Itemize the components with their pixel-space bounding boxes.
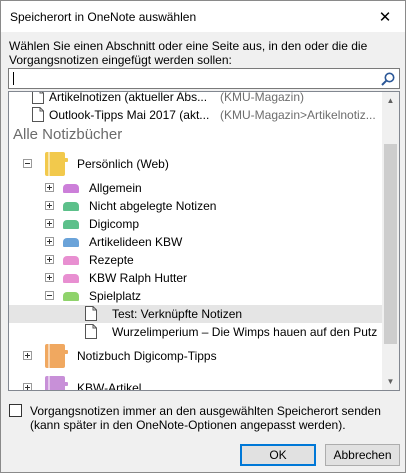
recent-item[interactable]: Outlook-Tipps Mai 2017 (akt... (KMU-Maga… [9,106,382,124]
all-notebooks-header: Alle Notizbücher [13,126,123,143]
expand-toggle[interactable] [45,201,54,210]
notebook-tree[interactable]: Artikelnotizen (aktueller Abs... (KMU-Ma… [8,91,400,391]
send-always-label-line1: Vorgangsnotizen immer an den ausgewählte… [30,404,381,418]
scroll-down-arrow[interactable]: ▼ [382,373,399,390]
expand-toggle[interactable] [45,237,54,246]
section-item-allgemein[interactable]: Allgemein [9,179,382,197]
expand-toggle[interactable] [45,273,54,282]
section-icon [63,220,79,229]
section-icon [63,202,79,211]
section-label: Rezepte [89,253,134,267]
page-label: Test: Verknüpfte Notizen [112,307,243,321]
notebook-label: Notizbuch Digicomp-Tipps [77,349,217,363]
section-icon [63,184,79,193]
section-icon [63,256,79,265]
expand-toggle[interactable] [45,183,54,192]
scroll-up-arrow[interactable]: ▲ [382,92,399,109]
collapse-toggle[interactable] [45,291,54,300]
expand-toggle[interactable] [45,255,54,264]
notebook-icon [45,376,68,390]
send-always-label-line2: (kann später in den OneNote-Optionen ang… [30,418,346,432]
send-always-label: Vorgangsnotizen immer an den ausgewählte… [30,404,381,432]
section-icon [63,292,79,301]
section-label: Allgemein [89,181,142,195]
text-caret [13,72,14,85]
section-label: KBW Ralph Hutter [89,271,188,285]
section-item-nicht-abgelegte[interactable]: Nicht abgelegte Notizen [9,197,382,215]
close-icon: ✕ [378,8,392,26]
notebook-label: Persönlich (Web) [77,157,169,171]
cancel-button[interactable]: Abbrechen [325,444,400,466]
recent-item-location: (KMU-Magazin>Artikelnotiz... [220,108,376,122]
section-item-digicomp[interactable]: Digicomp [9,215,382,233]
search-input[interactable] [8,68,400,89]
search-icon[interactable] [380,71,396,87]
close-button[interactable]: ✕ [365,1,405,32]
page-item[interactable]: Wurzelimperium – Die Wimps hauen auf den… [9,323,382,341]
section-icon [63,274,79,283]
section-item-rezepte[interactable]: Rezepte [9,251,382,269]
expand-toggle[interactable] [23,351,32,360]
page-icon [32,107,44,122]
notebook-icon [45,344,68,368]
notebook-item-persoenlich[interactable]: Persönlich (Web) [9,152,382,176]
ok-button[interactable]: OK [240,444,316,466]
recent-item[interactable]: Artikelnotizen (aktueller Abs... (KMU-Ma… [9,92,382,106]
page-label: Wurzelimperium – Die Wimps hauen auf den… [112,325,378,339]
notebook-item-kbw-artikel[interactable]: KBW-Artikel [9,376,382,390]
section-item-kbw-ralph-hutter[interactable]: KBW Ralph Hutter [9,269,382,287]
recent-item-label: Outlook-Tipps Mai 2017 (akt... [49,108,210,122]
recent-item-location: (KMU-Magazin) [220,92,305,104]
page-icon [85,306,97,321]
scroll-thumb[interactable] [384,144,397,344]
section-item-artikelideen[interactable]: Artikelideen KBW [9,233,382,251]
vertical-scrollbar[interactable]: ▲ ▼ [382,92,399,390]
section-label: Digicomp [89,217,140,231]
title-bar: Speicherort in OneNote auswählen ✕ [1,1,405,32]
notebook-label: KBW-Artikel [77,381,142,390]
page-icon [32,92,44,104]
send-always-checkbox[interactable] [9,404,22,417]
tree-content: Artikelnotizen (aktueller Abs... (KMU-Ma… [9,92,382,390]
section-icon [63,238,79,247]
section-item-spielplatz[interactable]: Spielplatz [9,287,382,305]
recent-item-label: Artikelnotizen (aktueller Abs... [49,92,208,104]
select-location-dialog: Speicherort in OneNote auswählen ✕ Wähle… [0,0,406,473]
dialog-title: Speicherort in OneNote auswählen [10,10,197,24]
expand-toggle[interactable] [23,383,32,390]
collapse-toggle[interactable] [23,159,32,168]
page-item-selected[interactable]: Test: Verknüpfte Notizen [9,305,382,323]
section-label: Artikelideen KBW [89,235,183,249]
section-label: Spielplatz [89,289,142,303]
instructions-text: Wählen Sie einen Abschnitt oder eine Sei… [9,39,368,67]
notebook-item-digicomp-tipps[interactable]: Notizbuch Digicomp-Tipps [9,344,382,368]
notebook-icon [45,152,68,176]
section-label: Nicht abgelegte Notizen [89,199,217,213]
page-icon [85,324,97,339]
expand-toggle[interactable] [45,219,54,228]
